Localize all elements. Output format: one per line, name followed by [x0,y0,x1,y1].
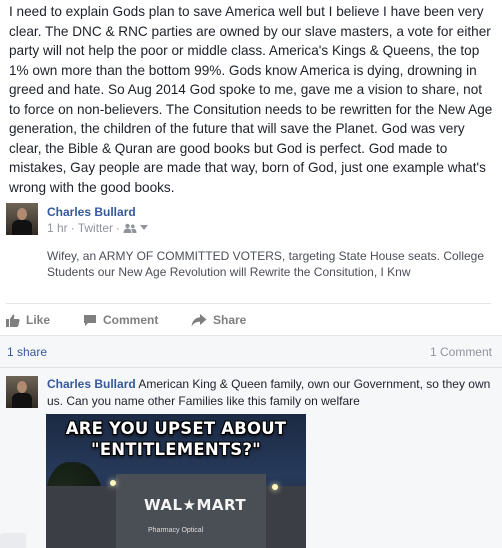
meta-separator: · [116,221,121,235]
store-logo: WAL★MART [144,496,247,514]
post-stats: 1 share 1 Comment [0,335,502,367]
like-label: Like [26,313,51,327]
share-count[interactable]: 1 share [7,345,47,359]
comment-icon [83,314,97,327]
comment-label: Comment [103,313,159,327]
shared-author-name[interactable]: Charles Bullard [47,205,136,219]
shared-time[interactable]: 1 hr [47,221,68,235]
comment-section: Charles Bullard American King & Queen fa… [0,367,502,548]
action-bar: Like Comment Share [0,306,502,334]
comment-author-name[interactable]: Charles Bullard [47,377,136,391]
shared-post: Charles Bullard 1 hr · Twitter · Wifey, … [0,197,502,303]
share-button[interactable]: Share [191,313,246,327]
shared-text: Wifey, an ARMY OF COMMITTED VOTERS, targ… [47,249,485,279]
meta-separator: · [70,221,75,235]
chevron-down-icon[interactable] [140,225,149,231]
lamp-light [272,484,278,490]
comment-body: Charles Bullard American King & Queen fa… [47,376,495,410]
comment-count[interactable]: 1 Comment [430,345,492,359]
meme-caption-line1: ARE YOU UPSET ABOUT [65,419,287,438]
meme-caption-line2: "ENTITLEMENTS?" [91,440,261,459]
divider [0,367,502,368]
share-icon [191,313,207,327]
store-sign: Pharmacy Optical [148,527,204,534]
thumbs-up-icon [6,314,20,327]
like-button[interactable]: Like [6,313,50,327]
shared-source[interactable]: Twitter [78,221,113,235]
friends-icon[interactable] [123,223,137,233]
share-label: Share [213,313,247,327]
lamp-light [110,480,116,486]
comment-image[interactable]: ARE YOU UPSET ABOUT "ENTITLEMENTS?" WAL★… [46,414,306,548]
divider [6,303,491,304]
shared-meta: 1 hr · Twitter · [47,221,149,235]
comment-input-stub[interactable] [0,533,26,548]
divider [0,335,502,336]
comment-button[interactable]: Comment [83,313,158,327]
comment-avatar[interactable] [6,376,38,408]
post-text: I need to explain Gods plan to save Amer… [9,4,493,195]
avatar[interactable] [6,203,38,235]
